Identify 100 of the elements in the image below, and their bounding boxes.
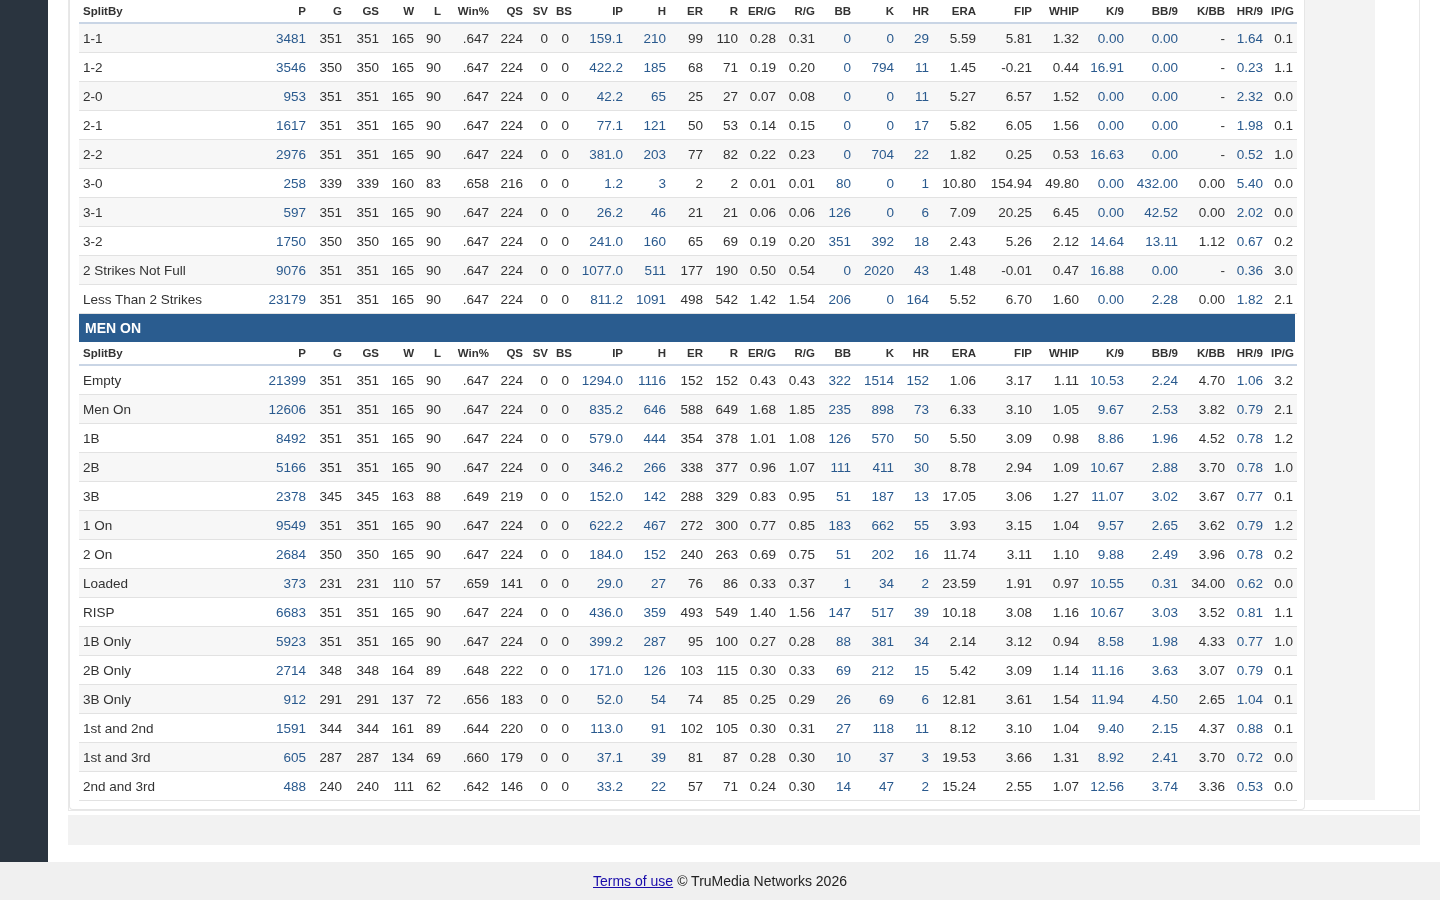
stat-link[interactable]: 23179	[268, 291, 306, 307]
stat-link[interactable]: 0.00	[1097, 30, 1124, 46]
stat-link[interactable]: 0.79	[1236, 517, 1263, 533]
stat-link[interactable]: 4.50	[1151, 691, 1178, 707]
stat-link[interactable]: 50	[913, 430, 929, 446]
stat-link[interactable]: 11.94	[1091, 691, 1124, 707]
stat-link[interactable]: 9.40	[1097, 720, 1124, 736]
stat-link[interactable]: 1591	[275, 720, 306, 736]
stat-link[interactable]: 164	[906, 291, 929, 307]
stat-link[interactable]: 27	[650, 575, 666, 591]
stat-link[interactable]: 2.88	[1151, 459, 1178, 475]
stat-link[interactable]: 5166	[275, 459, 306, 475]
stat-link[interactable]: 2.53	[1151, 401, 1178, 417]
stat-link[interactable]: 0	[843, 146, 851, 162]
stat-link[interactable]: 55	[913, 517, 929, 533]
stat-link[interactable]: 258	[283, 175, 306, 191]
stat-link[interactable]: 2	[921, 778, 929, 794]
stat-link[interactable]: 121	[643, 117, 666, 133]
stat-link[interactable]: 42.52	[1144, 204, 1178, 220]
stat-link[interactable]: 14.64	[1090, 233, 1124, 249]
stat-link[interactable]: 3.63	[1151, 662, 1178, 678]
stat-link[interactable]: 0.78	[1236, 430, 1263, 446]
stat-link[interactable]: 0	[843, 88, 851, 104]
stat-link[interactable]: 0.00	[1097, 204, 1124, 220]
stat-link[interactable]: 39	[650, 749, 666, 765]
stat-link[interactable]: 0.79	[1236, 401, 1263, 417]
stat-link[interactable]: 34	[913, 633, 929, 649]
stat-link[interactable]: 11	[915, 88, 929, 104]
stat-link[interactable]: 206	[828, 291, 851, 307]
stat-link[interactable]: 6683	[275, 604, 306, 620]
stat-link[interactable]: 13.11	[1145, 233, 1178, 249]
stat-link[interactable]: 381	[871, 633, 894, 649]
stat-link[interactable]: 1617	[275, 117, 306, 133]
stat-link[interactable]: 91	[650, 720, 666, 736]
stat-link[interactable]: 0.77	[1236, 633, 1263, 649]
stat-link[interactable]: 1.82	[1236, 291, 1263, 307]
stat-link[interactable]: 0	[843, 59, 851, 75]
stat-link[interactable]: 3.03	[1151, 604, 1178, 620]
stat-link[interactable]: 0	[886, 88, 894, 104]
stat-link[interactable]: 13	[913, 488, 929, 504]
stat-link[interactable]: 10.53	[1090, 372, 1124, 388]
stat-link[interactable]: 597	[283, 204, 306, 220]
stat-link[interactable]: 18	[913, 233, 929, 249]
stat-link[interactable]: 3546	[275, 59, 306, 75]
stat-link[interactable]: 39	[913, 604, 929, 620]
stat-link[interactable]: 65	[650, 88, 666, 104]
stat-link[interactable]: 10.67	[1090, 459, 1124, 475]
stat-link[interactable]: 346.2	[589, 459, 623, 475]
stat-link[interactable]: 0.00	[1151, 59, 1178, 75]
stat-link[interactable]: 1091	[635, 291, 666, 307]
stat-link[interactable]: 467	[643, 517, 666, 533]
stat-link[interactable]: 2714	[275, 662, 306, 678]
stat-link[interactable]: 126	[828, 430, 851, 446]
stat-link[interactable]: 159.1	[589, 30, 623, 46]
stat-link[interactable]: 8492	[275, 430, 306, 446]
stat-link[interactable]: 1.2	[604, 175, 623, 191]
stat-link[interactable]: 9.67	[1097, 401, 1124, 417]
stat-link[interactable]: 2976	[275, 146, 306, 162]
stat-link[interactable]: 0.00	[1097, 175, 1124, 191]
stat-link[interactable]: 2.49	[1151, 546, 1178, 562]
stat-link[interactable]: 422.2	[589, 59, 623, 75]
stat-link[interactable]: 2.65	[1151, 517, 1178, 533]
stat-link[interactable]: 12.56	[1090, 778, 1124, 794]
stat-link[interactable]: 2684	[275, 546, 306, 562]
stat-link[interactable]: 373	[283, 575, 306, 591]
stat-link[interactable]: 212	[871, 662, 894, 678]
stat-link[interactable]: 0.00	[1151, 88, 1178, 104]
stat-link[interactable]: 0	[886, 291, 894, 307]
stat-link[interactable]: 1116	[637, 372, 666, 388]
stat-link[interactable]: 16.63	[1090, 146, 1124, 162]
stat-link[interactable]: 152	[643, 546, 666, 562]
stat-link[interactable]: 51	[835, 546, 851, 562]
stat-link[interactable]: 3.02	[1151, 488, 1178, 504]
stat-link[interactable]: 0	[886, 204, 894, 220]
stat-link[interactable]: 187	[871, 488, 894, 504]
stat-link[interactable]: 47	[878, 778, 894, 794]
terms-link[interactable]: Terms of use	[593, 873, 674, 889]
stat-link[interactable]: 898	[871, 401, 894, 417]
stat-link[interactable]: 29	[913, 30, 929, 46]
stat-link[interactable]: 126	[643, 662, 666, 678]
stat-link[interactable]: 322	[828, 372, 851, 388]
stat-link[interactable]: 80	[835, 175, 851, 191]
stat-link[interactable]: 0	[886, 175, 894, 191]
stat-link[interactable]: 0.78	[1236, 546, 1263, 562]
stat-link[interactable]: 0.23	[1236, 59, 1263, 75]
stat-link[interactable]: 184.0	[589, 546, 623, 562]
stat-link[interactable]: 2.02	[1236, 204, 1263, 220]
stat-link[interactable]: 10.67	[1090, 604, 1124, 620]
stat-link[interactable]: 3	[658, 175, 666, 191]
stat-link[interactable]: 16.88	[1090, 262, 1124, 278]
stat-link[interactable]: 811.2	[590, 291, 623, 307]
stat-link[interactable]: 0.78	[1236, 459, 1263, 475]
stat-link[interactable]: 185	[643, 59, 666, 75]
stat-link[interactable]: 0	[843, 262, 851, 278]
stat-link[interactable]: 2	[921, 575, 929, 591]
stat-link[interactable]: 171.0	[589, 662, 623, 678]
stat-link[interactable]: 0.62	[1236, 575, 1263, 591]
stat-link[interactable]: 11	[915, 59, 929, 75]
stat-link[interactable]: 126	[828, 204, 851, 220]
stat-link[interactable]: 2378	[275, 488, 306, 504]
